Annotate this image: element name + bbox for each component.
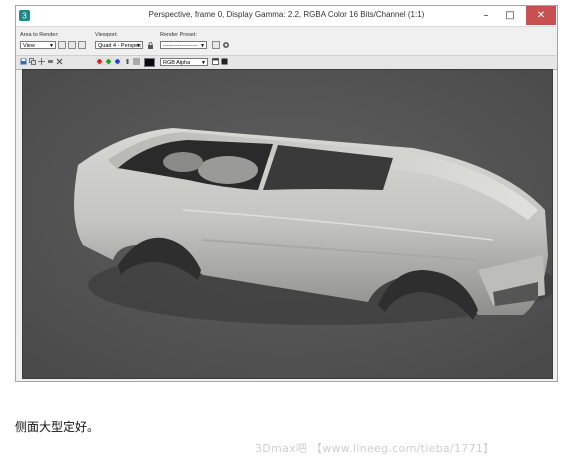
area-to-render-value: View	[23, 43, 35, 49]
render-setup-button[interactable]	[212, 41, 220, 49]
save-image-icon[interactable]	[20, 58, 27, 65]
blue-channel-icon[interactable]	[114, 58, 121, 65]
toggle-ui-icon[interactable]	[212, 58, 219, 65]
alpha-channel-icon[interactable]	[124, 58, 131, 65]
green-channel-icon[interactable]	[105, 58, 112, 65]
maximize-button[interactable]: □	[499, 6, 521, 25]
watermark-text: 3Dmax吧 【www.lineeg.com/tieba/1771】	[255, 442, 495, 455]
render-settings-toolbar: Area to Render: View ▼ Viewport: Quad 4 -…	[16, 27, 557, 55]
region-fit-button[interactable]	[78, 41, 86, 49]
color-swatch[interactable]	[144, 58, 155, 67]
chevron-down-icon: ▼	[200, 43, 205, 49]
red-channel-icon[interactable]	[96, 58, 103, 65]
close-button[interactable]: ✕	[526, 6, 556, 25]
frame-tools-toolbar: RGB Alpha ▼	[16, 55, 557, 70]
edit-region-button[interactable]	[58, 41, 66, 49]
viewport-value: Quad 4 - Perspec	[98, 43, 142, 49]
render-frame-window: 3 Perspective, frame 0, Display Gamma: 2…	[15, 5, 558, 382]
clear-icon[interactable]	[56, 58, 63, 65]
gear-icon[interactable]	[222, 41, 230, 49]
render-preset-dropdown[interactable]: ------------------- ▼	[160, 41, 207, 49]
viewport-dropdown[interactable]: Quad 4 - Perspec ▼	[95, 41, 143, 49]
monochrome-icon[interactable]	[133, 58, 140, 65]
area-to-render-dropdown[interactable]: View ▼	[20, 41, 56, 49]
lock-icon[interactable]	[147, 42, 154, 49]
area-to-render-label: Area to Render:	[20, 32, 59, 38]
render-viewport	[22, 69, 553, 379]
minimize-icon: –	[483, 10, 489, 21]
title-bar: 3 Perspective, frame 0, Display Gamma: 2…	[16, 6, 557, 27]
display-channel-value: RGB Alpha	[163, 60, 191, 66]
clone-frame-icon[interactable]	[38, 58, 45, 65]
caption-text: 侧面大型定好。	[15, 420, 100, 434]
copy-image-icon[interactable]	[29, 58, 36, 65]
toggle-overlay-icon[interactable]	[221, 58, 228, 65]
chevron-down-icon: ▼	[49, 43, 54, 49]
close-icon: ✕	[536, 10, 546, 21]
car-body-render	[23, 70, 552, 378]
minimize-button[interactable]: –	[475, 6, 497, 25]
display-channel-dropdown[interactable]: RGB Alpha ▼	[160, 58, 208, 66]
viewport-label: Viewport:	[95, 32, 118, 38]
chevron-down-icon: ▼	[201, 60, 206, 66]
print-image-icon[interactable]	[47, 58, 54, 65]
chevron-down-icon: ▼	[136, 43, 141, 49]
maximize-icon: □	[505, 10, 515, 21]
auto-region-button[interactable]	[68, 41, 76, 49]
render-preset-value: -------------------	[163, 43, 198, 49]
render-preset-label: Render Preset:	[160, 32, 197, 38]
